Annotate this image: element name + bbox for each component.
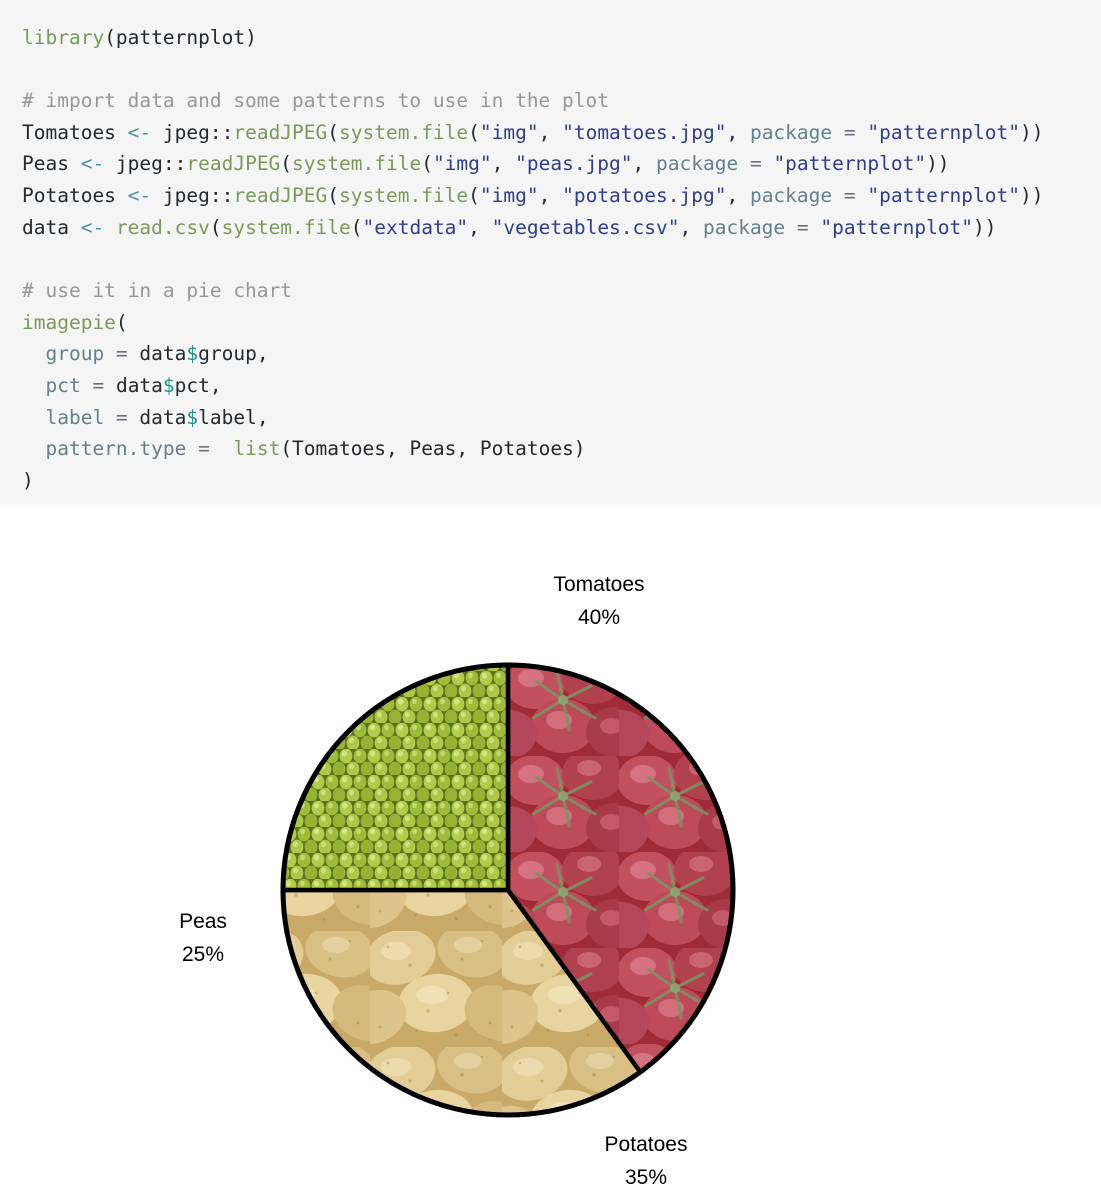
code-line-6: Potatoes <- jpeg::readJPEG(system.file("… — [22, 183, 1044, 207]
code-line-14: pattern.type = list(Tomatoes, Peas, Pota… — [45, 437, 586, 461]
code-line-3: # import data and some patterns to use i… — [22, 88, 609, 112]
code-line-15: ) — [22, 469, 34, 493]
code-line-10: imagepie( — [22, 310, 128, 334]
r-source-code[interactable]: library(patternplot) # import data and s… — [22, 20, 1101, 497]
code-line-7: data <- read.csv(system.file("extdata", … — [22, 215, 997, 239]
pie-label-peas-pct: 25% — [181, 943, 225, 966]
pie-label-peas-name: Peas — [179, 910, 227, 933]
code-line-9: # use it in a pie chart — [22, 279, 293, 302]
pie-label-potatoes-name: Potatoes — [604, 1133, 688, 1156]
pie-label-potatoes-pct: 35% — [624, 1166, 668, 1189]
image-pie-chart: Tomatoes 40% Peas 25% Potatoes 35% — [0, 505, 1101, 1200]
pie-label-tomatoes-name: Tomatoes — [553, 573, 645, 596]
pie-label-potatoes: Potatoes 35% — [546, 1128, 746, 1194]
code-line-4: Tomatoes <- jpeg::readJPEG(system.file("… — [22, 120, 1044, 144]
pie-slice-peas[interactable] — [280, 662, 511, 893]
chart-area: Tomatoes 40% Peas 25% Potatoes 35% — [0, 505, 1101, 1200]
code-line-1: library(patternplot) — [22, 25, 257, 49]
pie-label-peas: Peas 25% — [118, 905, 288, 971]
code-line-5: Peas <- jpeg::readJPEG(system.file("img"… — [22, 152, 950, 176]
pie-label-tomatoes: Tomatoes 40% — [474, 568, 724, 634]
code-line-13: label = data$label, — [45, 405, 269, 429]
code-block: library(patternplot) # import data and s… — [0, 0, 1101, 505]
pie-label-tomatoes-pct: 40% — [577, 606, 621, 629]
code-line-12: pct = data$pct, — [45, 374, 222, 398]
code-line-11: group = data$group, — [45, 342, 269, 366]
